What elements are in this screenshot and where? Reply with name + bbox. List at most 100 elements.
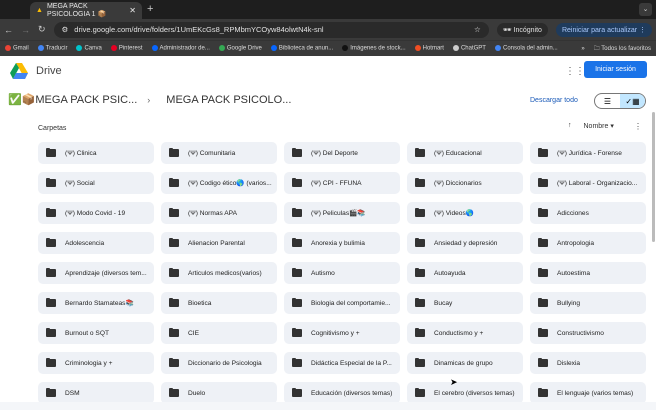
bookmark-item[interactable]: Gmail — [5, 45, 29, 52]
breadcrumb-current[interactable]: MEGA PACK PSICOLO... — [166, 94, 291, 106]
folder-item[interactable]: Autismo — [284, 262, 400, 284]
folder-item[interactable]: Biologia del comportamie... — [284, 292, 400, 314]
drive-header: Drive ⋮⋮⋮ Iniciar sesión — [0, 56, 656, 86]
folder-item[interactable]: (Ψ) Diccionarios — [407, 172, 523, 194]
folder-item[interactable]: Dislexia — [530, 352, 646, 374]
folder-item[interactable]: Bullying — [530, 292, 646, 314]
reload-icon[interactable]: ↻ — [38, 24, 46, 35]
site-info-icon[interactable]: ⚙ — [62, 25, 69, 34]
folder-item[interactable]: Autoestima — [530, 262, 646, 284]
folder-item[interactable]: Diccionario de Psicologia — [161, 352, 277, 374]
download-all-link[interactable]: Descargar todo — [530, 97, 578, 104]
folder-item[interactable]: Didáctica Especial de la P... — [284, 352, 400, 374]
folder-icon — [538, 387, 548, 397]
folder-item[interactable]: Aprendizaje (diversos tem... — [38, 262, 154, 284]
folder-item[interactable]: Alienacion Parental — [161, 232, 277, 254]
folder-name: (Ψ) Videos🌎 — [434, 210, 474, 217]
bookmark-item[interactable]: Traducir — [37, 45, 67, 52]
bookmark-label: Pinterest — [118, 45, 143, 52]
folder-icon — [415, 357, 425, 367]
folder-item[interactable]: Bioetica — [161, 292, 277, 314]
sort-dropdown[interactable]: Nombre ▾ — [584, 122, 614, 130]
folder-item[interactable]: DSM — [38, 382, 154, 404]
app-name: Drive — [36, 65, 62, 77]
new-tab-button[interactable]: + — [147, 3, 153, 15]
folder-item[interactable]: Constructivismo — [530, 322, 646, 344]
bookmark-star-icon[interactable]: ☆ — [474, 25, 481, 34]
folder-item[interactable]: (Ψ) Social — [38, 172, 154, 194]
bookmark-item[interactable]: Imágenes de stock... — [342, 45, 406, 52]
bookmark-item[interactable]: Administrador de... — [151, 45, 210, 52]
folder-item[interactable]: (Ψ) Codigo ético🌎 (varios... — [161, 172, 277, 194]
folder-icon — [415, 237, 425, 247]
bookmark-item[interactable]: Google Drive — [218, 45, 262, 52]
bookmark-label: Hotmart — [422, 45, 444, 52]
bookmark-item[interactable]: Pinterest — [110, 45, 143, 52]
signin-button[interactable]: Iniciar sesión — [584, 61, 647, 78]
folder-icon: 🗀 — [593, 45, 600, 52]
bookmark-item[interactable]: ChatGPT — [452, 45, 486, 52]
all-favorites-button[interactable]: 🗀 Todos los favoritos — [594, 44, 651, 54]
folder-item[interactable]: El lenguaje (varios temas) — [530, 382, 646, 404]
close-tab-icon[interactable]: ✕ — [129, 6, 136, 15]
list-view-button[interactable]: ☰ — [595, 94, 620, 108]
folder-item[interactable]: El cerebro (diversos temas) — [407, 382, 523, 404]
bookmark-item[interactable]: Consola del admin... — [494, 45, 558, 52]
folder-item[interactable]: Antropologia — [530, 232, 646, 254]
bookmark-item[interactable]: Biblioteca de anun... — [270, 45, 333, 52]
folder-item[interactable]: (Ψ) Clinica — [38, 142, 154, 164]
folder-item[interactable]: Criminologia y + — [38, 352, 154, 374]
folder-item[interactable]: Educación (diversos temas) — [284, 382, 400, 404]
folder-item[interactable]: Bucay — [407, 292, 523, 314]
folder-name: Articulos medicos(varios) — [188, 269, 262, 277]
folder-icon — [538, 357, 548, 367]
folder-item[interactable]: (Ψ) Normas APA — [161, 202, 277, 224]
folder-item[interactable]: Ansiedad y depresión — [407, 232, 523, 254]
folder-item[interactable]: (Ψ) Videos🌎 — [407, 202, 523, 224]
folder-name: (Ψ) CPI - FFUNA — [311, 179, 362, 187]
folder-item[interactable]: (Ψ) Jurídica - Forense — [530, 142, 646, 164]
tab-search-button[interactable]: ⌄ — [639, 3, 652, 16]
folder-item[interactable]: Autoayuda — [407, 262, 523, 284]
back-icon[interactable]: ← — [4, 25, 13, 35]
forward-icon[interactable]: → — [21, 25, 30, 35]
folder-item[interactable]: (Ψ) Laboral - Organizacio... — [530, 172, 646, 194]
folder-icon — [292, 147, 302, 157]
folder-item[interactable]: (Ψ) Peliculas🎬📚 — [284, 202, 400, 224]
folder-item[interactable]: Anorexia y bulimia — [284, 232, 400, 254]
folder-item[interactable]: Bernardo Stamateas📚 — [38, 292, 154, 314]
bottom-bar — [0, 402, 656, 410]
sort-direction-icon[interactable]: ↑ — [568, 122, 572, 130]
more-options-icon[interactable]: ⋮ — [634, 122, 642, 131]
grid-view-button[interactable]: ✓▦ — [620, 94, 645, 108]
folder-item[interactable]: (Ψ) Del Deporte — [284, 142, 400, 164]
folder-item[interactable]: Adicciones — [530, 202, 646, 224]
breadcrumb-parent[interactable]: ✅📦MEGA PACK PSIC... — [8, 93, 137, 106]
folder-item[interactable]: Duelo — [161, 382, 277, 404]
folder-icon — [46, 267, 56, 277]
folder-icon — [46, 357, 56, 367]
folder-name: Bucay — [434, 299, 453, 307]
bookmark-item[interactable]: Canva — [76, 45, 102, 52]
folder-item[interactable]: Dinamicas de grupo — [407, 352, 523, 374]
folder-item[interactable]: (Ψ) Modo Covid - 19 — [38, 202, 154, 224]
browser-tab[interactable]: ▲ MEGA PACK PSICOLOGIA 1 📦 ✕ — [30, 2, 142, 19]
folder-item[interactable]: Adolescencia — [38, 232, 154, 254]
folder-icon — [169, 327, 179, 337]
scrollbar[interactable] — [652, 112, 655, 242]
folder-item[interactable]: Conductismo y + — [407, 322, 523, 344]
folder-item[interactable]: (Ψ) Comunitaria — [161, 142, 277, 164]
bookmark-item[interactable]: Hotmart — [414, 45, 444, 52]
restart-update-button[interactable]: Reiniciar para actualizar ⋮ — [555, 22, 652, 37]
folder-item[interactable]: Articulos medicos(varios) — [161, 262, 277, 284]
folder-item[interactable]: CIE — [161, 322, 277, 344]
folder-name: (Ψ) Comunitaria — [188, 149, 236, 157]
folder-item[interactable]: Cognitivismo y + — [284, 322, 400, 344]
folder-item[interactable]: (Ψ) CPI - FFUNA — [284, 172, 400, 194]
more-bookmarks-button[interactable]: » — [581, 46, 584, 52]
incognito-badge[interactable]: 🕶 Incógnito — [496, 22, 548, 37]
address-bar[interactable]: ⚙ drive.google.com/drive/folders/1UmEKcG… — [53, 21, 489, 38]
folder-icon — [538, 327, 548, 337]
folder-item[interactable]: (Ψ) Educacional — [407, 142, 523, 164]
folder-item[interactable]: Burnout o SQT — [38, 322, 154, 344]
